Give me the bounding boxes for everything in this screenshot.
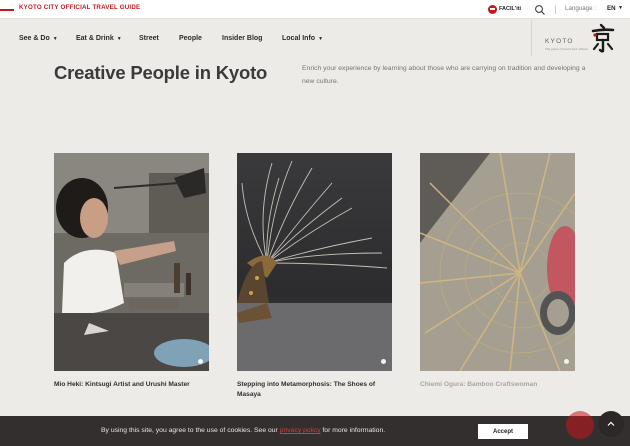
topbar-divider <box>555 5 556 14</box>
page-title: Creative People in Kyoto <box>54 62 268 83</box>
kyoto-logo-icon <box>590 23 616 53</box>
page-intro: Enrich your experience by learning about… <box>302 65 586 85</box>
chevron-down-icon: ▼ <box>116 36 122 42</box>
facil-button[interactable]: FACIL'iti <box>488 3 521 15</box>
logo-text: KYOTO <box>545 38 574 45</box>
logo-tagline: The place of heart and culture <box>545 47 589 51</box>
slide-indicator[interactable] <box>198 359 203 364</box>
language-label: Language : <box>565 5 596 12</box>
nav-label: Local Info <box>282 35 316 42</box>
card-photo[interactable] <box>420 153 575 371</box>
slide-indicator[interactable] <box>564 359 569 364</box>
search-icon[interactable] <box>534 3 546 15</box>
nav-item-eat-drink[interactable]: Eat & Drink ▼ <box>76 35 122 42</box>
cookie-message: By using this site, you agree to the use… <box>101 427 385 434</box>
nav-item-street[interactable]: Street <box>139 35 159 42</box>
language-select[interactable]: EN <box>607 5 616 12</box>
cookie-text: By using this site, you agree to the use… <box>101 427 278 434</box>
privacy-policy-link[interactable]: privacy policy <box>280 427 321 434</box>
nav-item-insider-blog[interactable]: Insider Blog <box>222 35 262 42</box>
cookie-text-after: for more information. <box>322 427 386 434</box>
arrow-up-icon[interactable] <box>598 411 624 437</box>
nav-item-see-do[interactable]: See & Do ▼ <box>19 35 58 42</box>
facil-icon <box>488 4 497 14</box>
accent-line <box>0 9 14 11</box>
people-card[interactable]: Stepping into Metamorphosis: The Shoes o… <box>237 153 392 400</box>
nav-label: Street <box>139 35 159 42</box>
people-card[interactable]: Chiemi Ogura: Bamboo Craftswoman <box>420 153 575 390</box>
logo-divider <box>531 20 532 56</box>
card-caption[interactable]: Chiemi Ogura: Bamboo Craftswoman <box>420 380 575 390</box>
chevron-down-icon: ▼ <box>52 36 58 42</box>
nav-label: See & Do <box>19 35 50 42</box>
card-caption[interactable]: Stepping into Metamorphosis: The Shoes o… <box>237 380 392 400</box>
chevron-down-icon: ▼ <box>318 36 324 42</box>
accept-cookies-button[interactable]: Accept <box>478 424 528 439</box>
nav-item-local-info[interactable]: Local Info ▼ <box>282 35 323 42</box>
cookie-banner: By using this site, you agree to the use… <box>0 416 630 446</box>
nav-label: Eat & Drink <box>76 35 114 42</box>
top-bar: KYOTO CITY OFFICIAL TRAVEL GUIDE FACIL'i… <box>0 0 630 19</box>
chat-icon[interactable] <box>566 411 594 439</box>
nav-item-people[interactable]: People <box>179 35 202 42</box>
site-logo[interactable]: KYOTO The place of heart and culture <box>531 20 630 56</box>
card-caption[interactable]: Mio Heki: Kintsugi Artist and Urushi Mas… <box>54 380 209 390</box>
nav-label: People <box>179 35 202 42</box>
nav-label: Insider Blog <box>222 35 263 42</box>
site-label[interactable]: KYOTO CITY OFFICIAL TRAVEL GUIDE <box>19 4 140 11</box>
chevron-down-icon[interactable]: ▼ <box>618 5 623 11</box>
card-photo[interactable] <box>237 153 392 371</box>
facil-label: FACIL'iti <box>499 6 522 12</box>
people-card[interactable]: Mio Heki: Kintsugi Artist and Urushi Mas… <box>54 153 209 390</box>
card-photo[interactable] <box>54 153 209 371</box>
slide-indicator[interactable] <box>381 359 386 364</box>
